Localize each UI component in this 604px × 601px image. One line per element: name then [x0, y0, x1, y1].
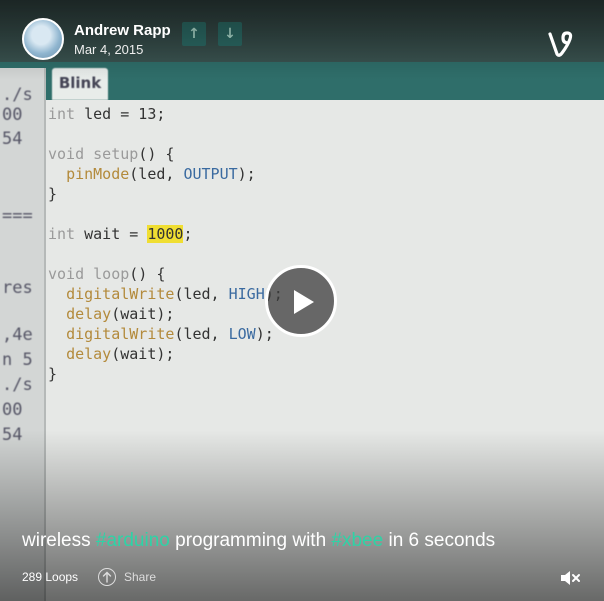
author-name[interactable]: Andrew Rapp: [74, 22, 171, 39]
code-line: int led = 13;: [48, 104, 283, 124]
avatar[interactable]: [22, 18, 64, 60]
code-token: led = 13;: [75, 105, 166, 123]
code-line: pinMode(led, OUTPUT);: [48, 164, 283, 184]
code-token: (led,: [174, 325, 229, 343]
code-token: () {: [129, 265, 166, 283]
code-token: int: [48, 225, 76, 243]
code-token: );: [255, 325, 274, 343]
loop-count: 289 Loops: [22, 570, 79, 584]
caption: wireless #arduino programming with #xbee…: [22, 530, 495, 552]
code-token: () {: [138, 145, 175, 163]
console-text: ./s: [2, 85, 33, 105]
console-text: ./s: [2, 375, 33, 395]
code-token: (wait);: [111, 345, 175, 363]
code-token: void: [48, 145, 85, 163]
code-token: wait =: [75, 225, 148, 243]
code-token: loop: [93, 265, 130, 283]
caption-text: programming with: [169, 530, 332, 551]
console-text: n 5: [2, 350, 33, 370]
share-arrow-icon: [98, 568, 116, 586]
code-line: void loop() {: [48, 264, 283, 284]
code-token: OUTPUT: [183, 165, 238, 183]
hashtag-link[interactable]: #xbee: [331, 530, 383, 551]
vine-logo-icon[interactable]: [548, 30, 574, 58]
caption-text: in 6 seconds: [383, 530, 496, 551]
code-line: }: [48, 184, 283, 204]
code-token: (led,: [174, 285, 229, 303]
code-line: digitalWrite(led, HIGH);: [48, 284, 283, 304]
console-text: 00: [2, 105, 23, 125]
code-token: 1000: [147, 225, 184, 243]
code-line: int wait = 1000;: [48, 224, 283, 244]
code-token: setup: [93, 145, 139, 163]
code-token: int: [48, 105, 76, 123]
code-token: (led,: [129, 165, 184, 183]
console-text: 00: [2, 400, 23, 420]
code-line: delay(wait);: [48, 344, 283, 364]
caption-text: wireless: [22, 530, 96, 551]
console-text: ===: [2, 206, 33, 226]
code-token: pinMode: [66, 165, 130, 183]
code-token: }: [48, 365, 58, 383]
speaker-muted-icon[interactable]: [560, 570, 582, 586]
console-text: res: [2, 278, 33, 298]
code-token: HIGH: [228, 285, 265, 303]
code-token: (wait);: [111, 305, 175, 323]
code-token: LOW: [228, 325, 256, 343]
code-token: digitalWrite: [66, 285, 175, 303]
code-token: delay: [66, 345, 112, 363]
code-block: int led = 13; void setup() { pinMode(led…: [48, 104, 283, 384]
code-token: );: [237, 165, 256, 183]
code-line: }: [48, 364, 283, 384]
top-gradient: [0, 0, 604, 80]
hashtag-link[interactable]: #arduino: [96, 530, 170, 551]
code-line: void setup() {: [48, 144, 283, 164]
post-date: Mar 4, 2015: [74, 42, 144, 57]
console-text: 54: [2, 129, 23, 149]
bottom-gradient: [0, 430, 604, 601]
code-token: delay: [66, 305, 112, 323]
share-label: Share: [124, 570, 157, 584]
code-token: ;: [183, 225, 193, 243]
video-player[interactable]: ↑ ↓ Blink ./s0054===res,4en 5./s0054 int…: [0, 0, 604, 601]
play-button[interactable]: [265, 265, 337, 337]
code-token: digitalWrite: [66, 325, 175, 343]
play-icon: [294, 290, 314, 314]
code-token: }: [48, 185, 58, 203]
code-token: void: [48, 265, 85, 283]
code-line: delay(wait);: [48, 304, 283, 324]
console-text: ,4e: [2, 325, 33, 345]
share-button[interactable]: Share: [98, 566, 156, 588]
code-line: digitalWrite(led, LOW);: [48, 324, 283, 344]
